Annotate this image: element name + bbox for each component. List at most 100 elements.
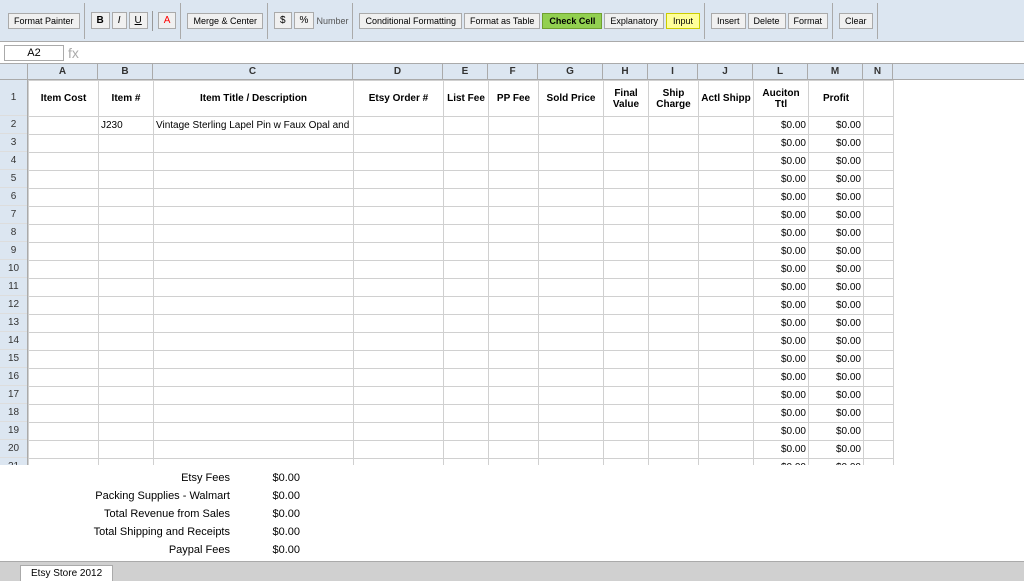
cell-17-a[interactable] (29, 387, 99, 405)
cell-8-g[interactable] (539, 225, 604, 243)
cell-8-c[interactable] (154, 225, 354, 243)
cell-2-b[interactable]: J230 (99, 117, 154, 135)
cell-5-l[interactable]: $0.00 (754, 171, 809, 189)
row-num-9[interactable]: 9 (0, 242, 27, 260)
cell-11-h[interactable] (604, 279, 649, 297)
cell-20-j[interactable] (699, 441, 754, 459)
cell-7-n[interactable] (864, 207, 894, 225)
underline-button[interactable]: U (129, 12, 148, 29)
clear-button[interactable]: Clear (839, 13, 873, 29)
cell-15-d[interactable] (354, 351, 444, 369)
cell-19-b[interactable] (99, 423, 154, 441)
cell-7-g[interactable] (539, 207, 604, 225)
cell-11-c[interactable] (154, 279, 354, 297)
cell-3-f[interactable] (489, 135, 539, 153)
header-ship-charge[interactable]: Ship Charge (649, 81, 699, 117)
cell-9-l[interactable]: $0.00 (754, 243, 809, 261)
cell-5-e[interactable] (444, 171, 489, 189)
currency-button[interactable]: $ (274, 12, 292, 29)
font-color-button[interactable]: A (158, 12, 177, 29)
cell-8-d[interactable] (354, 225, 444, 243)
cell-11-i[interactable] (649, 279, 699, 297)
cell-6-n[interactable] (864, 189, 894, 207)
col-header-j[interactable]: J (698, 64, 753, 79)
cell-10-c[interactable] (154, 261, 354, 279)
cell-13-c[interactable] (154, 315, 354, 333)
cell-11-n[interactable] (864, 279, 894, 297)
col-header-l[interactable]: L (753, 64, 808, 79)
cell-8-l[interactable]: $0.00 (754, 225, 809, 243)
cell-10-g[interactable] (539, 261, 604, 279)
cell-4-g[interactable] (539, 153, 604, 171)
cell-7-c[interactable] (154, 207, 354, 225)
cell-13-m[interactable]: $0.00 (809, 315, 864, 333)
header-etsy-order[interactable]: Etsy Order # (354, 81, 444, 117)
cell-2-n[interactable] (864, 117, 894, 135)
cell-16-j[interactable] (699, 369, 754, 387)
cell-20-f[interactable] (489, 441, 539, 459)
header-item-title[interactable]: Item Title / Description (154, 81, 354, 117)
header-item-num[interactable]: Item # (99, 81, 154, 117)
cell-2-d[interactable] (354, 117, 444, 135)
cell-20-e[interactable] (444, 441, 489, 459)
cell-14-l[interactable]: $0.00 (754, 333, 809, 351)
cell-10-i[interactable] (649, 261, 699, 279)
cell-2-i[interactable] (649, 117, 699, 135)
cell-6-f[interactable] (489, 189, 539, 207)
cell-3-h[interactable] (604, 135, 649, 153)
cell-13-d[interactable] (354, 315, 444, 333)
cell-7-i[interactable] (649, 207, 699, 225)
cell-2-c[interactable]: Vintage Sterling Lapel Pin w Faux Opal a… (154, 117, 354, 135)
cell-5-j[interactable] (699, 171, 754, 189)
cell-3-l[interactable]: $0.00 (754, 135, 809, 153)
cell-13-f[interactable] (489, 315, 539, 333)
cell-11-d[interactable] (354, 279, 444, 297)
cell-20-c[interactable] (154, 441, 354, 459)
cell-6-b[interactable] (99, 189, 154, 207)
cell-16-n[interactable] (864, 369, 894, 387)
cell-16-g[interactable] (539, 369, 604, 387)
cell-18-e[interactable] (444, 405, 489, 423)
cell-7-a[interactable] (29, 207, 99, 225)
row-num-14[interactable]: 14 (0, 332, 27, 350)
cell-8-m[interactable]: $0.00 (809, 225, 864, 243)
cell-18-l[interactable]: $0.00 (754, 405, 809, 423)
cell-17-n[interactable] (864, 387, 894, 405)
cell-6-h[interactable] (604, 189, 649, 207)
cell-18-j[interactable] (699, 405, 754, 423)
cell-4-f[interactable] (489, 153, 539, 171)
col-header-c[interactable]: C (153, 64, 353, 79)
cell-4-c[interactable] (154, 153, 354, 171)
col-header-m[interactable]: M (808, 64, 863, 79)
cell-4-h[interactable] (604, 153, 649, 171)
cell-11-l[interactable]: $0.00 (754, 279, 809, 297)
cell-19-g[interactable] (539, 423, 604, 441)
cell-20-d[interactable] (354, 441, 444, 459)
row-num-21[interactable]: 21 (0, 458, 27, 465)
cell-15-g[interactable] (539, 351, 604, 369)
cell-16-l[interactable]: $0.00 (754, 369, 809, 387)
cell-10-l[interactable]: $0.00 (754, 261, 809, 279)
cell-9-h[interactable] (604, 243, 649, 261)
cell-5-h[interactable] (604, 171, 649, 189)
row-num-12[interactable]: 12 (0, 296, 27, 314)
cell-18-c[interactable] (154, 405, 354, 423)
cell-4-b[interactable] (99, 153, 154, 171)
cell-6-j[interactable] (699, 189, 754, 207)
cell-8-n[interactable] (864, 225, 894, 243)
cell-10-j[interactable] (699, 261, 754, 279)
cell-14-i[interactable] (649, 333, 699, 351)
header-final-value[interactable]: Final Value (604, 81, 649, 117)
cell-3-g[interactable] (539, 135, 604, 153)
cell-19-d[interactable] (354, 423, 444, 441)
cell-3-b[interactable] (99, 135, 154, 153)
header-sold-price[interactable]: Sold Price (539, 81, 604, 117)
cell-10-e[interactable] (444, 261, 489, 279)
cell-10-b[interactable] (99, 261, 154, 279)
cell-7-h[interactable] (604, 207, 649, 225)
cell-13-g[interactable] (539, 315, 604, 333)
row-num-8[interactable]: 8 (0, 224, 27, 242)
cell-19-h[interactable] (604, 423, 649, 441)
cell-19-m[interactable]: $0.00 (809, 423, 864, 441)
cell-15-h[interactable] (604, 351, 649, 369)
